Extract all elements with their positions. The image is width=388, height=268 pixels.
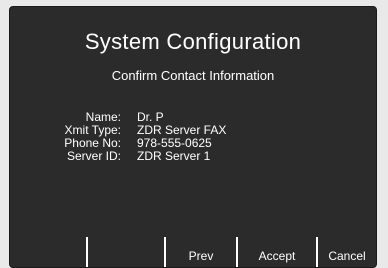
contact-row-server-id: Server ID: ZDR Server 1 — [10, 149, 376, 163]
contact-row-xmit-type: Xmit Type: ZDR Server FAX — [10, 123, 376, 137]
server-id-value: ZDR Server 1 — [137, 149, 211, 163]
prev-button[interactable]: Prev — [164, 237, 236, 267]
softkey-bar: Prev Accept Cancel — [10, 237, 376, 267]
cancel-button[interactable]: Cancel — [316, 237, 376, 267]
device-frame: System Configuration Confirm Contact Inf… — [0, 0, 388, 268]
display-screen: System Configuration Confirm Contact Inf… — [9, 6, 377, 268]
phone-value: 978-555-0625 — [137, 136, 212, 150]
softkey-1[interactable] — [10, 237, 86, 267]
server-id-label: Server ID: — [66, 149, 121, 163]
contact-row-phone: Phone No: 978-555-0625 — [10, 136, 376, 150]
page-title: System Configuration — [84, 29, 302, 54]
name-value: Dr. P — [137, 110, 164, 124]
accept-button[interactable]: Accept — [236, 237, 316, 267]
xmit-type-value: ZDR Server FAX — [137, 123, 227, 137]
xmit-type-label: Xmit Type: — [64, 123, 121, 137]
contact-row-name: Name: Dr. P — [10, 110, 376, 124]
phone-label: Phone No: — [64, 136, 121, 150]
softkey-2[interactable] — [86, 237, 164, 267]
page-subtitle: Confirm Contact Information — [111, 68, 275, 83]
name-label: Name: — [85, 110, 121, 124]
